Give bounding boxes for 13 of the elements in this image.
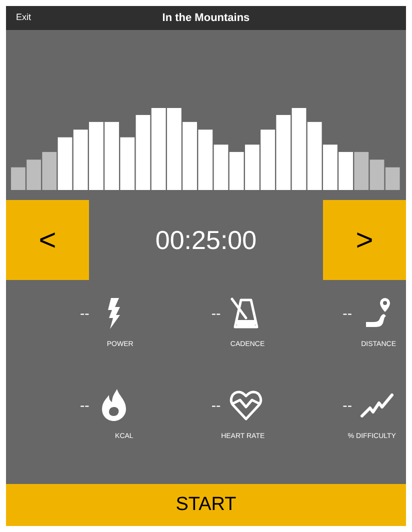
next-button[interactable]: >	[323, 200, 406, 280]
heart-pulse-icon	[228, 388, 263, 422]
start-button[interactable]: START	[6, 484, 406, 526]
timer-text: 00:25:00	[155, 224, 257, 256]
exit-button[interactable]: Exit	[16, 11, 32, 24]
metric-value: --	[80, 304, 90, 322]
metric-value: --	[342, 304, 352, 322]
window-title: In the Mountains	[162, 10, 250, 26]
previous-button[interactable]: <	[6, 200, 89, 280]
metric-value: --	[211, 304, 221, 322]
metric-value: --	[211, 396, 221, 414]
metric-value: --	[80, 396, 90, 414]
metric-value: --	[342, 396, 352, 414]
